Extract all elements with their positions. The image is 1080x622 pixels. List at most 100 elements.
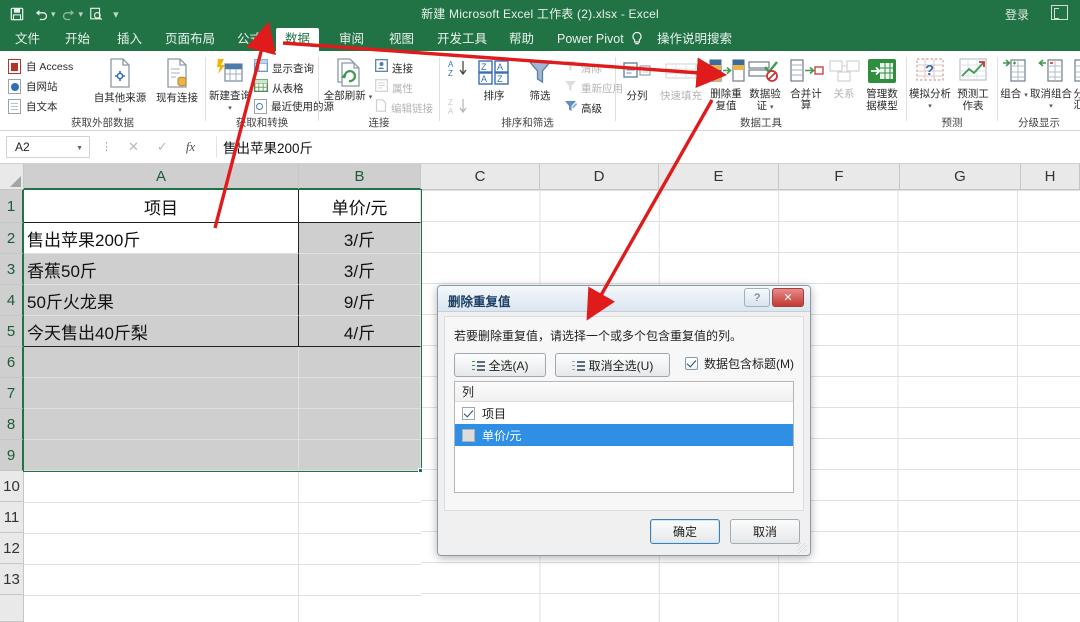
insert-function-icon[interactable]: fx — [186, 139, 195, 155]
fill-handle[interactable] — [418, 468, 423, 473]
select-all-corner[interactable] — [0, 164, 24, 190]
row-header-3[interactable]: 3 — [0, 254, 24, 285]
confirm-edit-icon[interactable]: ✓ — [157, 139, 168, 155]
cell-B4[interactable]: 9/斤 — [299, 285, 421, 316]
consolidate-button[interactable]: 合并计算 — [786, 57, 826, 112]
col-header-C[interactable]: C — [421, 164, 540, 190]
tab-tell-me[interactable]: 操作说明搜索 — [648, 28, 741, 51]
dialog-resize-grip[interactable] — [797, 543, 807, 553]
filter-button[interactable]: 筛选 — [520, 57, 560, 102]
dialog-title-bar[interactable]: 删除重复值 ? ✕ — [438, 286, 810, 312]
formula-bar-grip[interactable]: ⋮ — [101, 140, 112, 153]
chevron-down-icon[interactable]: ▾ — [1049, 103, 1053, 110]
tab-developer[interactable]: 开发工具 — [428, 28, 496, 51]
tab-view[interactable]: 视图 — [380, 28, 423, 51]
connections-button[interactable]: 连接 — [375, 59, 413, 77]
subtotal-button[interactable]: 分类汇总 — [1070, 57, 1080, 112]
dialog-close-button[interactable]: ✕ — [772, 288, 804, 307]
cell-B1[interactable]: 单价/元 — [299, 190, 421, 223]
cell-A8[interactable] — [24, 409, 299, 440]
unselect-all-button[interactable]: 取消全选(U) — [555, 353, 670, 377]
existing-connections-button[interactable]: 现有连接 — [152, 57, 202, 104]
ok-button[interactable]: 确定 — [650, 519, 720, 544]
cell-A4[interactable]: 50斤火龙果 — [24, 285, 299, 316]
cell-B5[interactable]: 4/斤 — [299, 316, 421, 347]
group-button[interactable]: 组合 ▾ — [998, 57, 1030, 100]
ungroup-button[interactable]: 取消组合 ▾ — [1030, 57, 1072, 112]
cell-A6[interactable] — [24, 347, 299, 378]
name-box-dropdown-icon[interactable]: ▼ — [76, 145, 83, 152]
sort-ascending-button[interactable]: AZ — [448, 59, 470, 84]
tab-page-layout[interactable]: 页面布局 — [156, 28, 224, 51]
has-headers-checkbox-row[interactable]: 数据包含标题(M) — [685, 355, 794, 372]
tab-power-pivot[interactable]: Power Pivot — [548, 28, 633, 51]
text-to-columns-button[interactable]: 分列 — [620, 57, 654, 102]
tell-me-lightbulb-icon[interactable] — [630, 31, 644, 52]
row-header-12[interactable]: 12 — [0, 533, 24, 564]
select-all-button[interactable]: 全选(A) — [454, 353, 546, 377]
chevron-down-icon[interactable]: ▾ — [770, 104, 774, 111]
forecast-sheet-button[interactable]: 预测工作表 — [953, 57, 993, 112]
column-checkbox-1[interactable] — [462, 428, 475, 442]
from-access-button[interactable]: 自 Access — [8, 59, 73, 74]
tab-help[interactable]: 帮助 — [500, 28, 543, 51]
cell-B9[interactable] — [299, 440, 421, 471]
sign-in-button[interactable]: 登录 — [996, 4, 1038, 25]
cell-A2[interactable]: 售出苹果200斤 — [24, 223, 299, 254]
cell-A3[interactable]: 香蕉50斤 — [24, 254, 299, 285]
cell-A9[interactable] — [24, 440, 299, 471]
cell-A1[interactable]: 项目 — [24, 190, 299, 223]
col-header-G[interactable]: G — [900, 164, 1021, 190]
column-list-item-0[interactable]: 项目 — [455, 402, 793, 424]
from-table-button[interactable]: 从表格 — [254, 79, 304, 97]
name-box[interactable]: A2 ▼ — [6, 136, 90, 158]
row-header-10[interactable]: 10 — [0, 471, 24, 502]
tab-home[interactable]: 开始 — [56, 28, 99, 51]
cell-A7[interactable] — [24, 378, 299, 409]
manage-data-model-button[interactable]: 管理数据模型 — [862, 57, 902, 112]
cancel-edit-icon[interactable]: ✕ — [128, 139, 139, 155]
row-header-5[interactable]: 5 — [0, 316, 24, 347]
tab-formulas[interactable]: 公式 — [228, 28, 271, 51]
row-header-7[interactable]: 7 — [0, 378, 24, 409]
cell-B7[interactable] — [299, 378, 421, 409]
column-checkbox-0[interactable] — [462, 406, 475, 420]
tab-file[interactable]: 文件 — [6, 28, 49, 51]
from-web-button[interactable]: 自网站 — [8, 79, 58, 94]
data-validation-button[interactable]: 数据验证 ▾ — [746, 57, 784, 112]
row-header-14[interactable] — [0, 595, 24, 622]
row-header-1[interactable]: 1 — [0, 190, 24, 223]
tab-review[interactable]: 审阅 — [330, 28, 373, 51]
columns-listbox[interactable]: 列 项目 单价/元 — [454, 381, 794, 493]
tab-insert[interactable]: 插入 — [108, 28, 151, 51]
ribbon-display-options-icon[interactable] — [1051, 5, 1068, 20]
sort-button[interactable]: ZAAZ 排序 — [474, 57, 514, 102]
new-query-button[interactable]: 新建查询 ▾ — [208, 57, 252, 114]
col-header-E[interactable]: E — [659, 164, 779, 190]
row-header-6[interactable]: 6 — [0, 347, 24, 378]
cell-A5[interactable]: 今天售出40斤梨 — [24, 316, 299, 347]
col-header-A[interactable]: A — [24, 164, 299, 190]
chevron-down-icon[interactable]: ▾ — [928, 103, 932, 110]
column-list-item-1[interactable]: 单价/元 — [455, 424, 793, 446]
row-header-9[interactable]: 9 — [0, 440, 24, 471]
chevron-down-icon[interactable]: ▾ — [369, 94, 373, 101]
cancel-button[interactable]: 取消 — [730, 519, 800, 544]
tab-data[interactable]: 数据 — [276, 28, 320, 51]
has-headers-checkbox[interactable] — [685, 357, 698, 370]
chevron-down-icon[interactable]: ▾ — [1024, 92, 1028, 99]
row-header-4[interactable]: 4 — [0, 285, 24, 316]
col-header-F[interactable]: F — [779, 164, 900, 190]
row-header-2[interactable]: 2 — [0, 223, 24, 254]
cell-B8[interactable] — [299, 409, 421, 440]
col-header-H[interactable]: H — [1021, 164, 1080, 190]
col-header-B[interactable]: B — [299, 164, 421, 190]
cell-B6[interactable] — [299, 347, 421, 378]
chevron-down-icon[interactable]: ▾ — [228, 105, 232, 112]
cell-B2[interactable]: 3/斤 — [299, 223, 421, 254]
row-header-13[interactable]: 13 — [0, 564, 24, 595]
row-header-11[interactable]: 11 — [0, 502, 24, 533]
what-if-analysis-button[interactable]: ? 模拟分析 ▾ — [909, 57, 951, 112]
cell-B3[interactable]: 3/斤 — [299, 254, 421, 285]
remove-duplicates-button[interactable]: 删除重复值 — [708, 57, 745, 112]
